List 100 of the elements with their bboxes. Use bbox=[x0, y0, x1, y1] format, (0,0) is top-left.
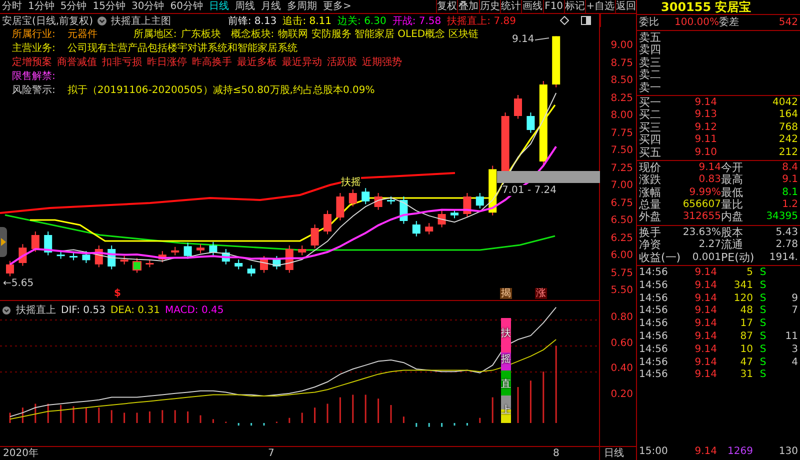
tick-count: 11 bbox=[784, 331, 798, 344]
toolbar-button[interactable]: 返回 bbox=[614, 0, 636, 13]
period-tab[interactable]: 5分钟 bbox=[60, 0, 87, 13]
stat-label: 总量 bbox=[639, 199, 662, 212]
tick-volume: 120 bbox=[732, 292, 753, 306]
candlestick bbox=[374, 192, 382, 210]
candlestick bbox=[348, 189, 357, 207]
stat-value: 23.63% bbox=[682, 226, 721, 240]
period-tab[interactable]: 1分钟 bbox=[28, 0, 54, 13]
axis-label: 0.80 bbox=[610, 312, 633, 323]
axis-label: 6.25 bbox=[610, 232, 633, 244]
toolbar-button[interactable]: 画线 bbox=[521, 0, 543, 13]
stat-label: PE(动) bbox=[721, 252, 756, 264]
stock-code: 300155 bbox=[661, 0, 712, 14]
leader-line bbox=[534, 38, 550, 40]
candlestick bbox=[387, 196, 395, 205]
axis-label: 7.25 bbox=[610, 162, 633, 174]
period-tab[interactable]: 周线 bbox=[234, 0, 255, 13]
candlestick bbox=[260, 256, 268, 274]
axis-label: 6.00 bbox=[610, 250, 633, 261]
candlestick bbox=[184, 242, 192, 260]
period-tab[interactable]: 30分钟 bbox=[131, 0, 164, 13]
bid-volume: 212 bbox=[778, 146, 798, 159]
stat-value: 8.1 bbox=[781, 186, 798, 200]
axis-label: 8.50 bbox=[610, 75, 633, 86]
tick-time: 14:56 bbox=[639, 305, 669, 318]
tick-side: S bbox=[758, 369, 768, 382]
stat-value: 34395 bbox=[765, 211, 798, 224]
candlestick bbox=[44, 231, 52, 256]
toolbar-button[interactable]: F10 bbox=[542, 0, 564, 13]
candlestick bbox=[234, 259, 243, 270]
date-label: 7 bbox=[268, 448, 274, 460]
stat-value: 8.4 bbox=[781, 162, 798, 174]
bid-price: 9.10 bbox=[694, 146, 717, 159]
period-tab[interactable]: 日线 bbox=[208, 0, 229, 13]
tick-time: 14:56 bbox=[639, 331, 669, 344]
period-tab[interactable]: 多周期 bbox=[286, 0, 317, 13]
panel-icon[interactable] bbox=[581, 16, 591, 25]
candlestick bbox=[158, 250, 166, 263]
candlestick bbox=[247, 264, 256, 277]
tick-time: 14:56 bbox=[639, 280, 669, 293]
stat-value: 9.99% bbox=[688, 186, 721, 200]
date-label: 2020年 bbox=[3, 448, 38, 460]
indicator-name: 扶摇直上主图 bbox=[110, 14, 171, 28]
candlestick bbox=[298, 245, 306, 256]
tick-volume: 1269 bbox=[726, 446, 753, 459]
bid-label: 买三 bbox=[639, 122, 662, 134]
period-tab[interactable]: 分时 bbox=[2, 0, 22, 13]
tick-volume: 5 bbox=[746, 267, 753, 280]
side-tab[interactable] bbox=[0, 227, 7, 257]
ask-label: 卖五 bbox=[639, 32, 662, 44]
tick-price: 9.14 bbox=[694, 344, 717, 357]
toolbar-button[interactable]: 历史 bbox=[478, 0, 500, 13]
toolbar-button[interactable]: 复权 bbox=[436, 0, 458, 13]
stat-label: 涨跌 bbox=[639, 174, 662, 187]
dropdown-icon[interactable] bbox=[96, 16, 107, 26]
tick-time: 14:56 bbox=[639, 318, 669, 332]
stat-label: 流通 bbox=[721, 239, 744, 252]
period-tab[interactable]: 60分钟 bbox=[170, 0, 203, 13]
candlestick bbox=[56, 250, 65, 260]
tick-price: 9.14 bbox=[694, 280, 717, 293]
tick-volume: 47 bbox=[739, 356, 753, 370]
stock-tag: 活跃股 bbox=[327, 57, 357, 69]
stock-tag: 昨高换手 bbox=[192, 57, 232, 69]
stat-label: 收益(一) bbox=[639, 252, 681, 264]
toolbar-button[interactable]: 标记 bbox=[564, 0, 586, 13]
tick-price: 9.14 bbox=[694, 356, 717, 370]
candlestick bbox=[526, 112, 535, 134]
info-value: 元器件 bbox=[67, 29, 98, 41]
bid-price: 9.13 bbox=[694, 109, 717, 122]
diamond-icon[interactable] bbox=[560, 16, 569, 25]
indicator-value: 前锋: 8.13 bbox=[228, 14, 277, 28]
stock-tag: 商誉减值 bbox=[57, 57, 97, 69]
period-tab[interactable]: 15分钟 bbox=[92, 0, 126, 13]
toolbar-button[interactable]: 统计 bbox=[500, 0, 522, 13]
axis-label: 0.60 bbox=[610, 338, 633, 349]
stock-tag: 最近异动 bbox=[282, 57, 322, 69]
stock-tag: 定增预案 bbox=[12, 57, 52, 69]
period-tab[interactable]: 月线 bbox=[260, 0, 281, 13]
quote-label: 委差 bbox=[719, 16, 740, 29]
stat-label: 净资 bbox=[639, 239, 662, 252]
candlestick bbox=[132, 258, 142, 274]
info-value: 物联网 安防服务 智能家居 OLED概念 区块链 bbox=[278, 29, 478, 41]
stat-value: 5.43 bbox=[774, 226, 798, 240]
period-label: 日线 bbox=[604, 448, 624, 459]
info-label: 主营业务: bbox=[12, 43, 56, 55]
candlestick bbox=[425, 222, 434, 235]
candlestick bbox=[18, 244, 27, 266]
chart-title: 安居宝(日线,前复权) bbox=[2, 14, 93, 28]
stat-value: 312655 bbox=[682, 211, 721, 224]
tick-time: 14:56 bbox=[639, 344, 669, 357]
stat-label: 最低 bbox=[721, 186, 744, 199]
toolbar-button[interactable]: +自选 bbox=[585, 0, 615, 13]
dropdown-icon[interactable] bbox=[2, 306, 11, 314]
period-tab[interactable]: 更多> bbox=[322, 0, 352, 13]
quote-value: 542 bbox=[778, 16, 798, 29]
axis-label: 6.75 bbox=[610, 198, 633, 208]
toolbar-button[interactable]: 叠加 bbox=[457, 0, 479, 13]
candlestick bbox=[552, 36, 560, 88]
tick-price: 9.14 bbox=[694, 305, 717, 318]
